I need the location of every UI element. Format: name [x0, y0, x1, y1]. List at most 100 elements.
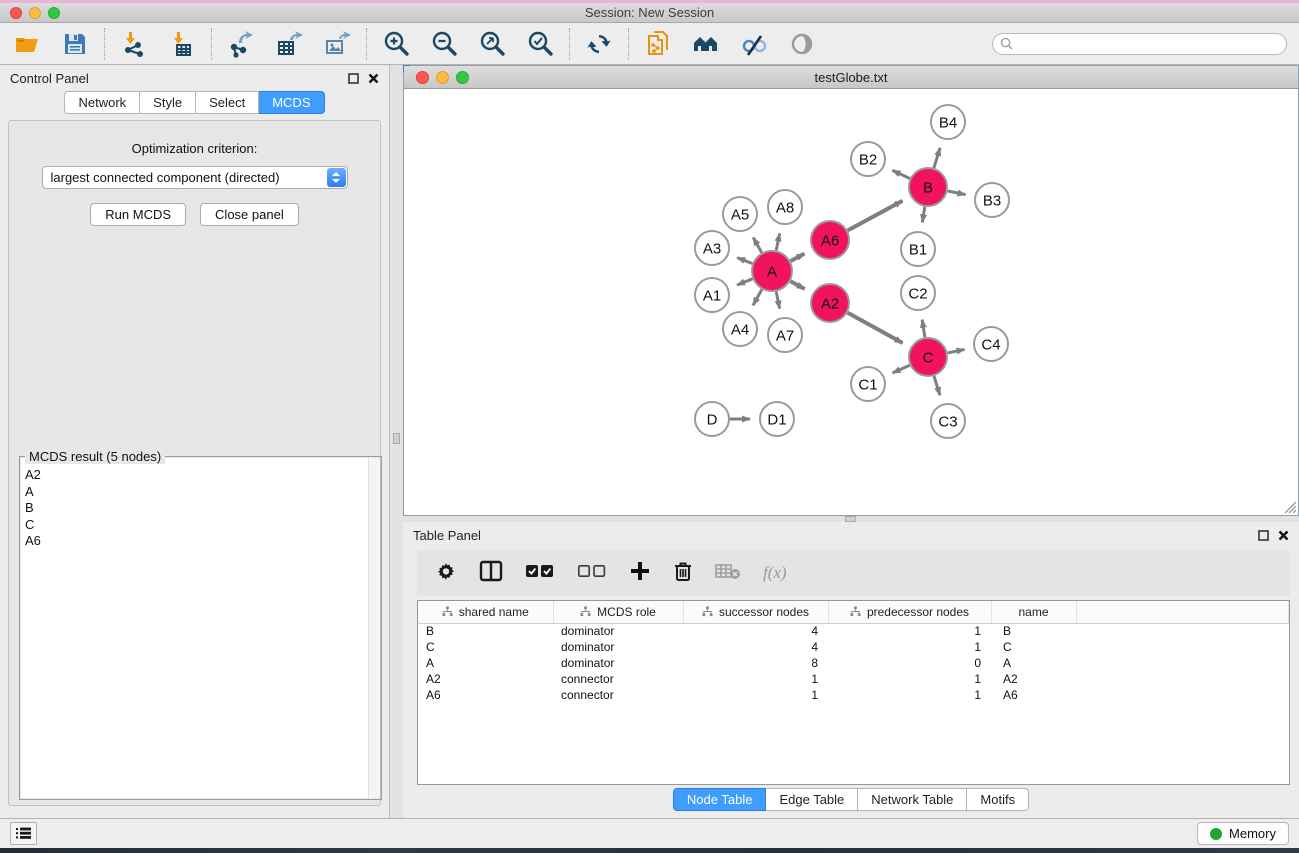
graph-node[interactable]: A1: [695, 278, 729, 312]
close-panel-icon[interactable]: [368, 73, 379, 84]
optimization-select[interactable]: largest connected component (directed): [42, 166, 348, 189]
hide-details-icon[interactable]: [739, 29, 769, 59]
search-field[interactable]: [1017, 37, 1286, 51]
save-session-icon[interactable]: [60, 29, 90, 59]
export-image-icon[interactable]: [322, 29, 352, 59]
column-header-successor-nodes[interactable]: successor nodes: [683, 601, 828, 623]
table-row[interactable]: Cdominator41C: [418, 639, 1289, 655]
tab-mcds[interactable]: MCDS: [259, 91, 324, 114]
mcds-result-item[interactable]: A: [25, 484, 380, 501]
graph-edge[interactable]: [922, 207, 925, 223]
tab-network-table[interactable]: Network Table: [858, 788, 967, 811]
refresh-icon[interactable]: [584, 29, 614, 59]
graph-node[interactable]: C2: [901, 276, 935, 310]
graph-edge[interactable]: [790, 281, 804, 289]
zoom-in-icon[interactable]: [381, 29, 411, 59]
graph-edge[interactable]: [776, 233, 779, 250]
network-canvas[interactable]: B4 B2 B B3 A8 A5 A6 A3 B1 A C2 A1 A2 A4 A7 C4 C C1 C3 D D1: [404, 89, 1298, 515]
graph-node[interactable]: A5: [723, 197, 757, 231]
first-neighbors-icon[interactable]: [691, 29, 721, 59]
graph-node[interactable]: A3: [695, 231, 729, 265]
column-header-shared-name[interactable]: shared name: [418, 601, 553, 623]
graph-edge[interactable]: [753, 289, 762, 305]
tab-select[interactable]: Select: [196, 91, 259, 114]
tab-node-table[interactable]: Node Table: [673, 788, 767, 811]
network-window-titlebar[interactable]: testGlobe.txt: [404, 66, 1298, 89]
graph-node[interactable]: C4: [974, 327, 1008, 361]
memory-button[interactable]: Memory: [1197, 822, 1289, 845]
vertical-splitter-handle[interactable]: [393, 433, 400, 444]
task-history-button[interactable]: [10, 822, 37, 845]
table-row[interactable]: Adominator80A: [418, 655, 1289, 671]
show-details-icon[interactable]: [787, 29, 817, 59]
export-table-icon[interactable]: [274, 29, 304, 59]
graph-edge[interactable]: [753, 238, 762, 253]
gear-icon[interactable]: [435, 560, 457, 587]
mcds-result-item[interactable]: A2: [25, 467, 380, 484]
graph-node[interactable]: A2: [811, 284, 849, 322]
column-header-mcds-role[interactable]: MCDS role: [553, 601, 683, 623]
tab-style[interactable]: Style: [140, 91, 196, 114]
graph-edge[interactable]: [848, 201, 903, 231]
scrollbar-track[interactable]: [368, 458, 380, 798]
graph-node[interactable]: B4: [931, 105, 965, 139]
function-icon[interactable]: f(x): [763, 563, 787, 583]
graph-node[interactable]: C: [909, 338, 947, 376]
column-header-name[interactable]: name: [991, 601, 1076, 623]
graph-node[interactable]: A: [752, 251, 792, 291]
graph-edge[interactable]: [737, 258, 752, 264]
graph-edge[interactable]: [934, 376, 940, 395]
float-panel-icon[interactable]: [348, 73, 359, 84]
graph-edge[interactable]: [948, 349, 965, 353]
mcds-result-item[interactable]: A6: [25, 533, 380, 550]
delete-icon[interactable]: [673, 560, 693, 587]
tab-edge-table[interactable]: Edge Table: [766, 788, 858, 811]
add-column-icon[interactable]: [629, 560, 651, 587]
graph-node[interactable]: B: [909, 168, 947, 206]
table-row[interactable]: A2connector11A2: [418, 671, 1289, 687]
graph-node[interactable]: A6: [811, 221, 849, 259]
table-row[interactable]: Bdominator41B: [418, 623, 1289, 639]
graph-node[interactable]: A4: [723, 312, 757, 346]
tab-motifs[interactable]: Motifs: [967, 788, 1029, 811]
node-table[interactable]: shared name MCDS role successor nodes pr…: [417, 600, 1290, 785]
graph-edge[interactable]: [948, 191, 966, 195]
graph-node[interactable]: D1: [760, 402, 794, 436]
graph-node[interactable]: B1: [901, 232, 935, 266]
graph-edge[interactable]: [893, 365, 910, 373]
zoom-out-icon[interactable]: [429, 29, 459, 59]
resize-grip[interactable]: [1284, 501, 1297, 514]
delete-table-icon[interactable]: [715, 562, 741, 585]
graph-edge[interactable]: [776, 292, 779, 309]
search-input[interactable]: [992, 33, 1287, 55]
graph-edge[interactable]: [892, 170, 909, 178]
import-network-icon[interactable]: [119, 29, 149, 59]
mcds-result-item[interactable]: B: [25, 500, 380, 517]
graph-node[interactable]: A7: [768, 318, 802, 352]
select-all-icon[interactable]: [525, 563, 555, 584]
deselect-all-icon[interactable]: [577, 563, 607, 584]
graph-edge[interactable]: [737, 279, 752, 285]
graph-node[interactable]: C1: [851, 367, 885, 401]
tab-network[interactable]: Network: [64, 91, 140, 114]
export-network-icon[interactable]: [226, 29, 256, 59]
float-panel-icon[interactable]: [1258, 530, 1269, 541]
graph-edge[interactable]: [791, 254, 805, 261]
mcds-result-item[interactable]: C: [25, 517, 380, 534]
zoom-fit-icon[interactable]: [477, 29, 507, 59]
zoom-selected-icon[interactable]: [525, 29, 555, 59]
close-panel-button[interactable]: Close panel: [200, 203, 299, 226]
column-header-predecessor-nodes[interactable]: predecessor nodes: [828, 601, 991, 623]
cyndex-icon[interactable]: [643, 29, 673, 59]
import-table-icon[interactable]: [167, 29, 197, 59]
graph-node[interactable]: B3: [975, 183, 1009, 217]
column-view-icon[interactable]: [479, 560, 503, 587]
graph-edge[interactable]: [848, 313, 903, 343]
graph-node[interactable]: D: [695, 402, 729, 436]
close-panel-icon[interactable]: [1278, 530, 1289, 541]
graph-node[interactable]: C3: [931, 404, 965, 438]
graph-node[interactable]: B2: [851, 142, 885, 176]
open-file-icon[interactable]: [12, 29, 42, 59]
graph-node[interactable]: A8: [768, 190, 802, 224]
mcds-result-list[interactable]: A2ABCA6: [21, 458, 380, 798]
